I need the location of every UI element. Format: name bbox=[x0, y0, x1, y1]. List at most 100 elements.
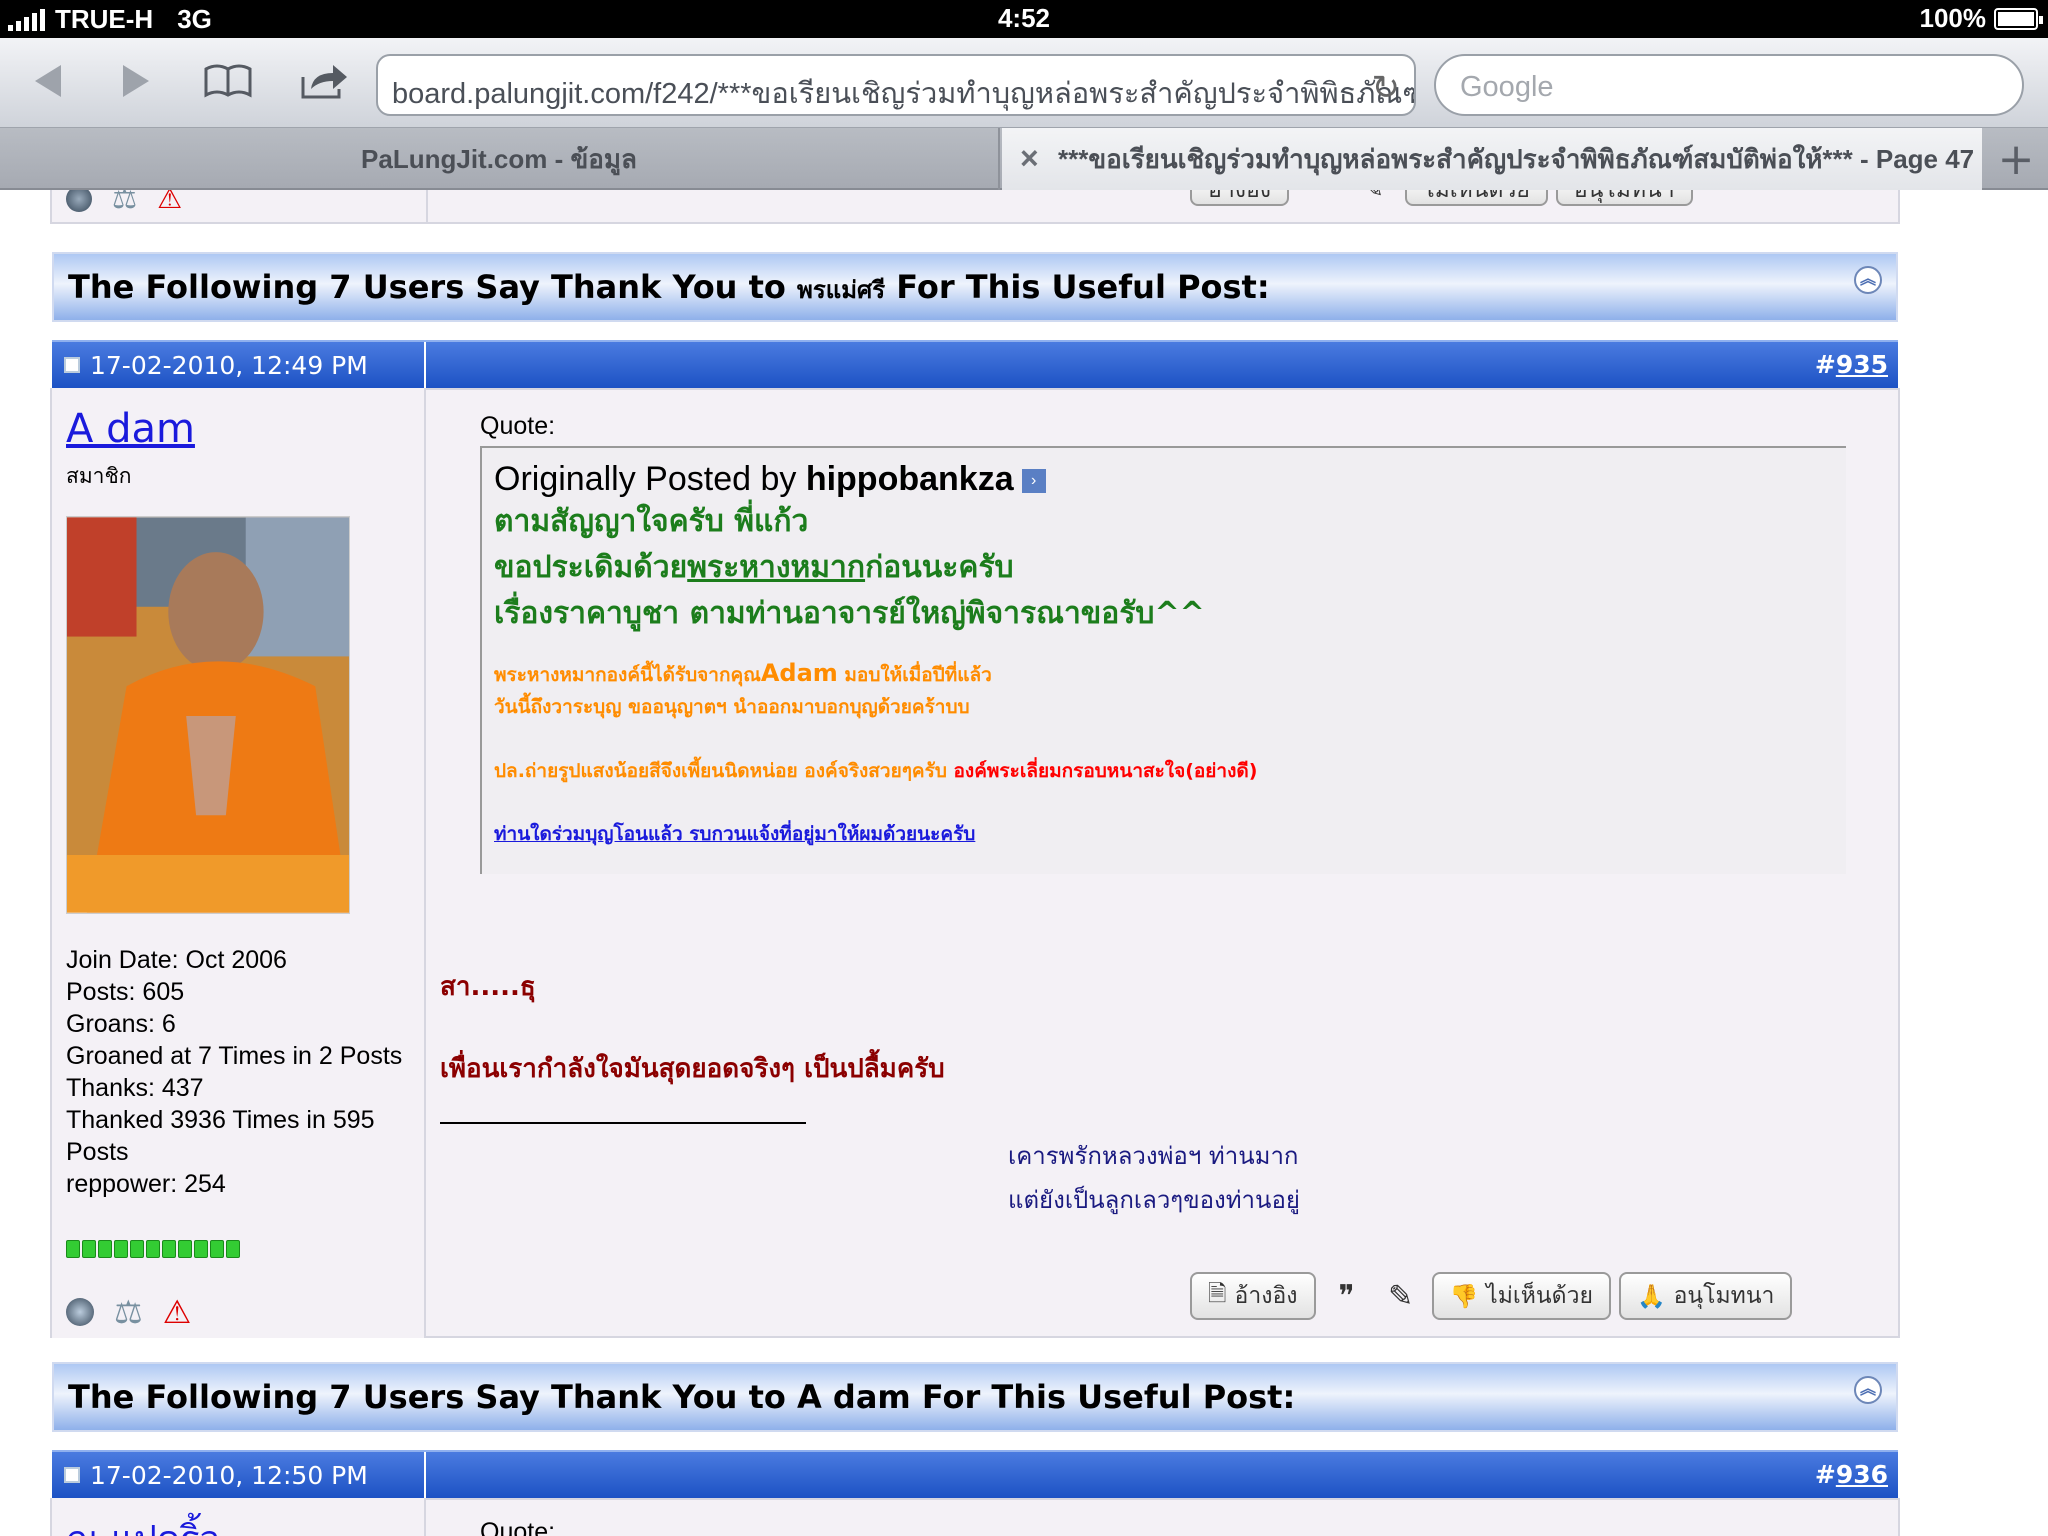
forward-arrow-icon bbox=[123, 65, 149, 97]
forward-button[interactable] bbox=[112, 56, 162, 106]
report-icon[interactable]: ⚠ bbox=[157, 190, 182, 215]
thanks-text: The Following 7 Users Say Thank You to A… bbox=[68, 1378, 1296, 1416]
online-status-icon bbox=[66, 190, 92, 212]
multiquote-icon: ❞ bbox=[1313, 190, 1327, 203]
previous-post-actions: อ้างอิง ❞ ✎ ไม่เห็นด้วย อนุโมทนา bbox=[1190, 190, 1693, 206]
url-text: board.palungjit.com/f242/***ขอเรียนเชิญร… bbox=[392, 78, 1416, 110]
bookmarks-button[interactable] bbox=[198, 56, 258, 106]
quote-button[interactable]: 🗎 อ้างอิง bbox=[1190, 1272, 1316, 1320]
avatar[interactable] bbox=[66, 516, 350, 914]
collapse-icon[interactable]: ︽ bbox=[1854, 1376, 1882, 1404]
multiquote-button[interactable]: ❞ bbox=[1324, 1272, 1370, 1320]
quote-origin: Originally Posted by hippobankza › bbox=[494, 460, 1834, 499]
quote-orange-3-text: ปล.ถ่ายรูปแสงน้อยสีจึงเพี้ยนนิดหน่อย องค… bbox=[494, 760, 954, 782]
quote-line-2: ขอประเดิมด้วยพระหางหมากก่อนนะครับ bbox=[494, 545, 1834, 591]
prev-quote-button[interactable]: อ้างอิง bbox=[1190, 190, 1290, 206]
join-date: Join Date: Oct 2006 bbox=[66, 946, 287, 974]
back-button[interactable] bbox=[22, 56, 72, 106]
reputation-icon[interactable]: ⚖ bbox=[112, 190, 137, 215]
thanks-suffix: For This Useful Post: bbox=[885, 268, 1270, 306]
share-button[interactable] bbox=[294, 56, 354, 106]
collapse-icon[interactable]: ︽ bbox=[1854, 266, 1882, 294]
prev-anumodana-button[interactable]: อนุโมทนา bbox=[1555, 190, 1693, 206]
post-date: 17-02-2010, 12:50 PM bbox=[90, 1460, 368, 1490]
quote-box: Originally Posted by hippobankza › ตามสัญ… bbox=[480, 446, 1846, 874]
post-number-link[interactable]: 935 bbox=[1836, 350, 1888, 379]
post-status-icon bbox=[64, 1467, 80, 1483]
close-tab-icon[interactable]: × bbox=[1020, 140, 1039, 177]
tab-current-thread[interactable]: × ***ขอเรียนเชิญร่วมทำบุญหล่อพระสำคัญประ… bbox=[1002, 128, 1982, 190]
post-header: 17-02-2010, 12:50 PM #936 bbox=[52, 1450, 1898, 1498]
post-hash: # bbox=[1814, 350, 1836, 379]
prev-disagree-button[interactable]: ไม่เห็นด้วย bbox=[1405, 190, 1548, 206]
groans: Groans: 6 bbox=[66, 1010, 176, 1038]
post-number[interactable]: #935 bbox=[1815, 350, 1888, 379]
search-field[interactable]: Google bbox=[1434, 54, 2024, 116]
user-icons: ⚖ ⚠ bbox=[66, 1293, 191, 1331]
signature-line-2: แต่ยังเป็นลูกเลวๆของท่านอยู่ bbox=[1008, 1186, 1300, 1214]
quote-orange-1: พระหางหมากองค์นี้ได้รับจากคุณAdam มอบให้… bbox=[494, 657, 1834, 691]
quote-line-2-pre: ขอประเดิมด้วย bbox=[494, 550, 688, 585]
tab-palungjit-info[interactable]: PaLungJit.com - ข้อมูล bbox=[0, 128, 1000, 190]
quote-link[interactable]: ท่านใดร่วมบุญโอนแล้ว รบกวนแจ้งที่อยู่มาใ… bbox=[494, 819, 1834, 849]
tab-bar: PaLungJit.com - ข้อมูล × ***ขอเรียนเชิญร… bbox=[0, 128, 2048, 190]
user-info-panel: A dam สมาชิก Join Date: Oct 2006 Posts: … bbox=[52, 388, 426, 1338]
signature: เคารพรักหลวงพ่อฯ ท่านมาก แต่ยังเป็นลูกเล… bbox=[1008, 1134, 1300, 1222]
message-line-1: สา.....ธุ bbox=[440, 972, 536, 1002]
anumodana-button[interactable]: 🙏 อนุโมทนา bbox=[1618, 1272, 1793, 1320]
reppower: reppower: 254 bbox=[66, 1170, 226, 1198]
user-title: สมาชิก bbox=[66, 464, 132, 488]
post-header: 17-02-2010, 12:49 PM #935 bbox=[52, 340, 1898, 388]
signature-divider bbox=[440, 1122, 806, 1124]
new-tab-button[interactable]: + bbox=[1984, 128, 2048, 190]
prev-disagree-label: ไม่เห็นด้วย bbox=[1423, 190, 1530, 203]
status-bar: TRUE-H 3G 4:52 100% bbox=[0, 0, 2048, 38]
post-number-link[interactable]: 936 bbox=[1836, 1460, 1888, 1489]
quote-line-3: เรื่องราคาบูชา ตามท่านอาจารย์ใหญ่พิจารณา… bbox=[494, 596, 1205, 631]
post-status-icon bbox=[64, 357, 80, 373]
quote-orange-1-pre: พระหางหมากองค์นี้ได้รับจากคุณ bbox=[494, 664, 761, 686]
username-link[interactable]: ณ แปดริ้ว bbox=[66, 1510, 220, 1536]
prev-edit-button[interactable]: ✎ bbox=[1351, 190, 1397, 206]
quote-line-2-link[interactable]: พระหางหมาก bbox=[687, 550, 865, 585]
quote-line-1: ตามสัญญาใจครับ พี่แก้ว bbox=[494, 504, 809, 539]
reload-icon[interactable]: ↻ bbox=[1372, 68, 1401, 108]
edit-icon: ✎ bbox=[1387, 1278, 1414, 1314]
battery-percent: 100% bbox=[1919, 3, 1987, 33]
disagree-button[interactable]: 👎 ไม่เห็นด้วย bbox=[1431, 1272, 1611, 1320]
reputation-icon[interactable]: ⚖ bbox=[114, 1293, 143, 1331]
edit-button[interactable]: ✎ bbox=[1378, 1272, 1424, 1320]
quote-author: hippobankza bbox=[805, 460, 1014, 498]
username-link[interactable]: A dam bbox=[66, 406, 195, 452]
prev-anumodana-label: อนุโมทนา bbox=[1573, 190, 1675, 203]
multiquote-icon: ❞ bbox=[1338, 1278, 1355, 1314]
quote-red-text: องค์พระเลี่ยมกรอบหนาสะใจ(อย่างดี) bbox=[953, 760, 1258, 782]
anumodana-button-label: อนุโมทนา bbox=[1673, 1283, 1775, 1309]
quote-orange-1-name: Adam bbox=[760, 659, 838, 687]
back-arrow-icon bbox=[35, 65, 61, 97]
groaned-at: Groaned at 7 Times in 2 Posts bbox=[66, 1042, 403, 1070]
thumbs-down-icon: 👎 bbox=[1449, 1283, 1479, 1310]
book-icon bbox=[204, 64, 252, 98]
clock: 4:52 bbox=[997, 3, 1051, 33]
url-field[interactable]: board.palungjit.com/f242/***ขอเรียนเชิญร… bbox=[376, 54, 1416, 116]
thanks-bar: The Following 7 Users Say Thank You to พ… bbox=[52, 252, 1898, 322]
page-content: ⚖ ⚠ อ้างอิง ❞ ✎ ไม่เห็นด้วย อนุโมทนา The… bbox=[0, 190, 2048, 1536]
quote-orange-1-post: มอบให้เมื่อปีที่แล้ว bbox=[837, 664, 992, 686]
post-count: Posts: 605 bbox=[66, 978, 185, 1006]
view-post-icon[interactable]: › bbox=[1021, 469, 1046, 494]
thanked-count: Thanked 3936 Times in 595 Posts bbox=[66, 1106, 375, 1166]
thanks-username: พรแม่ศรี bbox=[797, 276, 886, 304]
thanks-prefix: The Following 7 Users Say Thank You to bbox=[68, 268, 798, 306]
originally-posted-by: Originally Posted by bbox=[494, 460, 797, 498]
post-hash: # bbox=[1814, 1460, 1836, 1489]
prev-multiquote-button[interactable]: ❞ bbox=[1297, 190, 1343, 206]
post-date: 17-02-2010, 12:49 PM bbox=[90, 350, 368, 380]
quote-label: Quote: bbox=[480, 412, 556, 440]
post-number[interactable]: #936 bbox=[1815, 1460, 1888, 1489]
prev-quote-label: อ้างอิง bbox=[1208, 190, 1272, 203]
thanks-bar: The Following 7 Users Say Thank You to A… bbox=[52, 1362, 1898, 1432]
report-icon[interactable]: ⚠ bbox=[163, 1293, 192, 1331]
browser-toolbar: board.palungjit.com/f242/***ขอเรียนเชิญร… bbox=[0, 38, 2048, 128]
quote-orange-2: วันนี้ถึงวาระบุญ ขออนุญาตฯ นำออกมาบอกบุญ… bbox=[494, 696, 970, 718]
